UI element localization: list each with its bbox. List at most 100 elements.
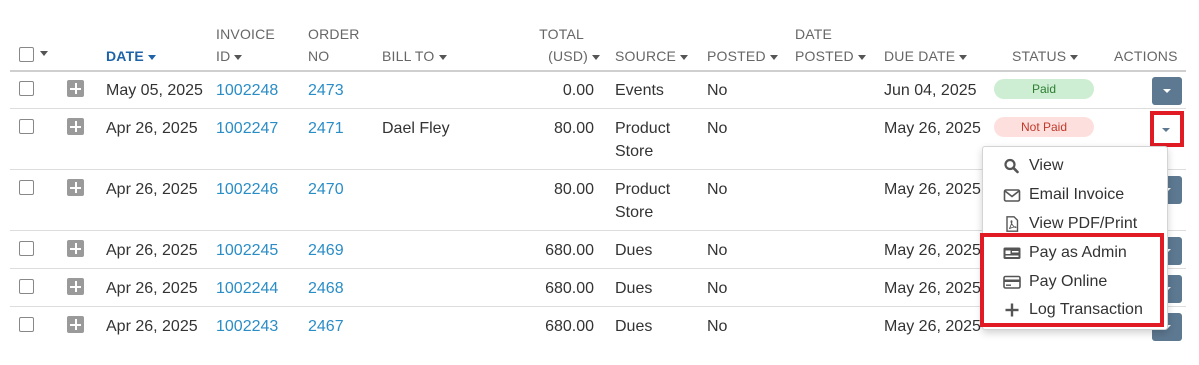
chevron-down-icon — [1163, 89, 1171, 93]
column-header-label: (USD) — [548, 48, 588, 64]
sort-chevron-down-icon — [857, 54, 866, 60]
expand-plus-icon[interactable] — [67, 240, 84, 257]
status-badge: Paid — [994, 79, 1094, 99]
posted-cell: No — [707, 318, 728, 335]
bill-to-cell: Dael Fley — [382, 120, 450, 137]
sort-chevron-down-icon — [769, 54, 778, 60]
sort-chevron-down-icon — [592, 54, 600, 60]
date-cell: Apr 26, 2025 — [106, 242, 198, 259]
status-badge: Not Paid — [994, 117, 1094, 137]
column-header-label: DATE — [795, 26, 833, 42]
sort-chevron-down-icon — [234, 54, 243, 60]
due-date-cell: May 26, 2025 — [884, 120, 981, 137]
invoice-id-link[interactable]: 1002243 — [216, 315, 278, 338]
row-checkbox[interactable] — [19, 279, 34, 294]
column-header-total[interactable]: TOTAL (USD) — [520, 23, 600, 67]
column-header-label: BILL TO — [382, 48, 435, 64]
column-header-label: SOURCE — [615, 48, 677, 64]
column-header-label: STATUS — [1012, 48, 1067, 64]
actions-dropdown-button[interactable] — [1152, 77, 1182, 105]
source-cell: Events — [615, 82, 664, 99]
order-no-link[interactable]: 2470 — [308, 178, 344, 201]
column-header-label: TOTAL — [539, 26, 584, 42]
due-date-cell: May 26, 2025 — [884, 318, 981, 335]
source-cell-line2: Store — [615, 204, 654, 221]
expand-plus-icon[interactable] — [67, 316, 84, 333]
invoice-id-link[interactable]: 1002248 — [216, 79, 278, 102]
invoice-id-link[interactable]: 1002246 — [216, 178, 278, 201]
column-header-label: ACTIONS — [1114, 48, 1178, 64]
due-date-cell: May 26, 2025 — [884, 181, 981, 198]
column-header-date-posted[interactable]: DATE POSTED — [795, 23, 866, 67]
source-cell: Dues — [615, 280, 653, 297]
sort-chevron-down-icon — [147, 54, 156, 60]
order-no-link[interactable]: 2471 — [308, 117, 344, 140]
column-header-actions: ACTIONS — [1114, 45, 1178, 67]
invoice-id-link[interactable]: 1002247 — [216, 117, 278, 140]
expand-plus-icon[interactable] — [67, 118, 84, 135]
posted-cell: No — [707, 181, 728, 198]
source-cell: Dues — [615, 242, 653, 259]
sort-chevron-down-icon — [1070, 54, 1079, 60]
posted-cell: No — [707, 120, 728, 137]
column-header-label: DUE DATE — [884, 48, 956, 64]
total-cell: 680.00 — [545, 280, 594, 297]
row-divider — [10, 108, 1186, 109]
column-header-label: POSTED — [795, 48, 854, 64]
due-date-cell: May 26, 2025 — [884, 242, 981, 259]
date-cell: Apr 26, 2025 — [106, 120, 198, 137]
date-cell: May 05, 2025 — [106, 82, 203, 99]
column-header-label: ID — [216, 48, 231, 64]
expand-plus-icon[interactable] — [67, 80, 84, 97]
select-all-checkbox[interactable] — [19, 47, 34, 62]
row-checkbox[interactable] — [19, 119, 34, 134]
expand-plus-icon[interactable] — [67, 278, 84, 295]
column-header-status[interactable]: STATUS — [1012, 45, 1079, 67]
order-no-link[interactable]: 2469 — [308, 239, 344, 262]
order-no-link[interactable]: 2467 — [308, 315, 344, 338]
date-cell: Apr 26, 2025 — [106, 280, 198, 297]
expand-plus-icon[interactable] — [67, 179, 84, 196]
menu-item-email-invoice[interactable]: Email Invoice — [983, 181, 1167, 209]
column-header-invoice-id[interactable]: INVOICE ID — [216, 23, 275, 67]
invoice-id-link[interactable]: 1002245 — [216, 239, 278, 262]
column-header-date[interactable]: DATE — [106, 45, 156, 67]
column-header-due-date[interactable]: DUE DATE — [884, 45, 968, 67]
column-header-order-no[interactable]: ORDER NO — [308, 23, 360, 67]
menu-item-view[interactable]: View — [983, 152, 1167, 180]
row-checkbox[interactable] — [19, 317, 34, 332]
source-cell: Product — [615, 181, 671, 198]
order-no-link[interactable]: 2473 — [308, 79, 344, 102]
search-icon — [1004, 158, 1019, 174]
column-header-source[interactable]: SOURCE — [615, 45, 689, 67]
menu-item-label: View — [1029, 157, 1064, 174]
invoice-id-link[interactable]: 1002244 — [216, 277, 278, 300]
total-cell: 80.00 — [553, 120, 594, 137]
sort-chevron-down-icon — [959, 54, 968, 60]
date-cell: Apr 26, 2025 — [106, 318, 198, 335]
menu-item-label: Email Invoice — [1029, 186, 1125, 203]
total-cell: 680.00 — [545, 318, 594, 335]
total-cell: 80.00 — [553, 181, 594, 198]
row-checkbox[interactable] — [19, 180, 34, 195]
posted-cell: No — [707, 280, 728, 297]
column-header-label: NO — [308, 48, 330, 64]
select-all-chevron-down-icon[interactable] — [40, 51, 48, 56]
due-date-cell: Jun 04, 2025 — [884, 82, 977, 99]
column-header-bill-to[interactable]: BILL TO — [382, 45, 447, 67]
order-no-link[interactable]: 2468 — [308, 277, 344, 300]
posted-cell: No — [707, 242, 728, 259]
header-divider — [10, 70, 1186, 72]
due-date-cell: May 26, 2025 — [884, 280, 981, 297]
source-cell: Product — [615, 120, 671, 137]
column-header-label: ORDER — [308, 26, 360, 42]
highlight-box-payment-options — [980, 233, 1164, 327]
total-cell: 0.00 — [562, 82, 594, 99]
column-header-date-label: DATE — [106, 48, 144, 64]
column-header-label: INVOICE — [216, 26, 275, 42]
row-checkbox[interactable] — [19, 81, 34, 96]
source-cell-line2: Store — [615, 143, 654, 160]
column-header-label: POSTED — [707, 48, 766, 64]
row-checkbox[interactable] — [19, 241, 34, 256]
column-header-posted[interactable]: POSTED — [707, 45, 778, 67]
